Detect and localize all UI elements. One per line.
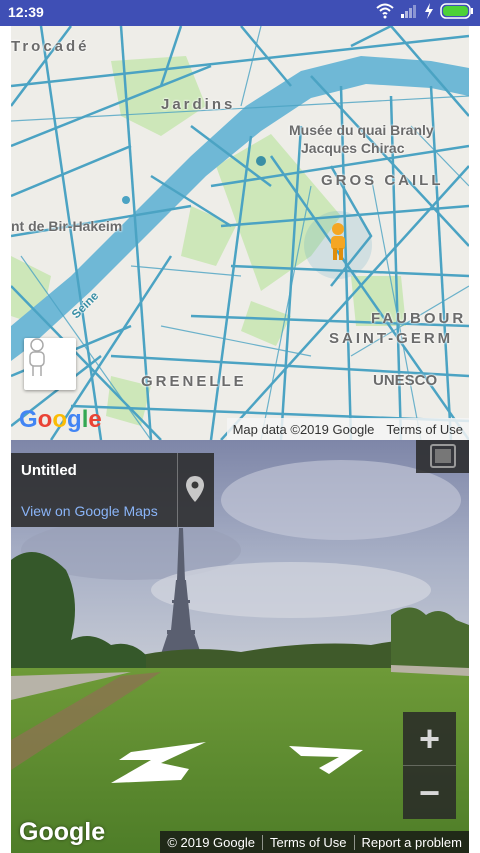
- view-on-google-maps-link[interactable]: View on Google Maps: [21, 503, 158, 519]
- street-view-info-card: Untitled View on Google Maps: [11, 453, 214, 527]
- map-label-gros-caillou: GROS CAILL: [321, 172, 444, 189]
- info-card-divider: [177, 453, 178, 527]
- zoom-out-button[interactable]: −: [403, 766, 456, 819]
- report-problem-link[interactable]: Report a problem: [353, 834, 469, 850]
- signal-icon: [400, 4, 418, 23]
- info-card-title: Untitled: [21, 462, 77, 479]
- map-label-saint-germ: SAINT-GERM: [329, 330, 454, 347]
- map-data-text: Map data ©2019 Google: [232, 421, 375, 437]
- charging-icon: [424, 3, 434, 24]
- map-attribution: Map data ©2019 Google Terms of Use: [226, 418, 469, 440]
- map-view[interactable]: Trocadé Jardins Musée du quai Branly Jac…: [11, 26, 469, 440]
- toggle-map-button[interactable]: [416, 440, 469, 473]
- status-icons: [376, 3, 474, 24]
- status-time: 12:39: [8, 4, 44, 20]
- map-label-jacques: Jacques Chirac: [301, 140, 405, 156]
- map-label-unesco: UNESCO: [373, 372, 438, 389]
- google-logo-street-view: Google: [19, 818, 106, 846]
- street-view-pegman-button[interactable]: [24, 338, 76, 390]
- google-logo-map: Google: [19, 406, 102, 434]
- logo-letter: o: [52, 406, 68, 433]
- map-label-jardins: Jardins: [161, 96, 236, 113]
- zoom-controls: + −: [403, 712, 456, 819]
- zoom-in-button[interactable]: +: [403, 712, 456, 765]
- map-label-bir-hakeim: nt de Bir-Hakeim: [11, 218, 123, 234]
- map-label-musee: Musée du quai Branly: [289, 122, 434, 138]
- map-label-grenelle: GRENELLE: [141, 373, 247, 390]
- terms-of-use-link[interactable]: Terms of Use: [261, 834, 354, 850]
- map-label-trocadero: Trocadé: [11, 38, 90, 55]
- battery-icon: [440, 3, 474, 24]
- logo-letter: o: [37, 406, 53, 433]
- status-bar: 12:39: [0, 0, 480, 26]
- map-label-faubourg: FAUBOUR: [371, 310, 467, 327]
- map-terms-link[interactable]: Terms of Use: [386, 422, 463, 437]
- street-view-footer: © 2019 Google Terms of Use Report a prob…: [160, 831, 469, 853]
- wifi-icon: [376, 3, 394, 24]
- copyright-text: © 2019 Google: [167, 834, 255, 850]
- logo-letter: G: [19, 406, 38, 433]
- street-view-panorama[interactable]: Untitled View on Google Maps + − Google …: [11, 440, 469, 853]
- logo-letter: e: [88, 406, 102, 433]
- logo-letter: g: [67, 406, 82, 433]
